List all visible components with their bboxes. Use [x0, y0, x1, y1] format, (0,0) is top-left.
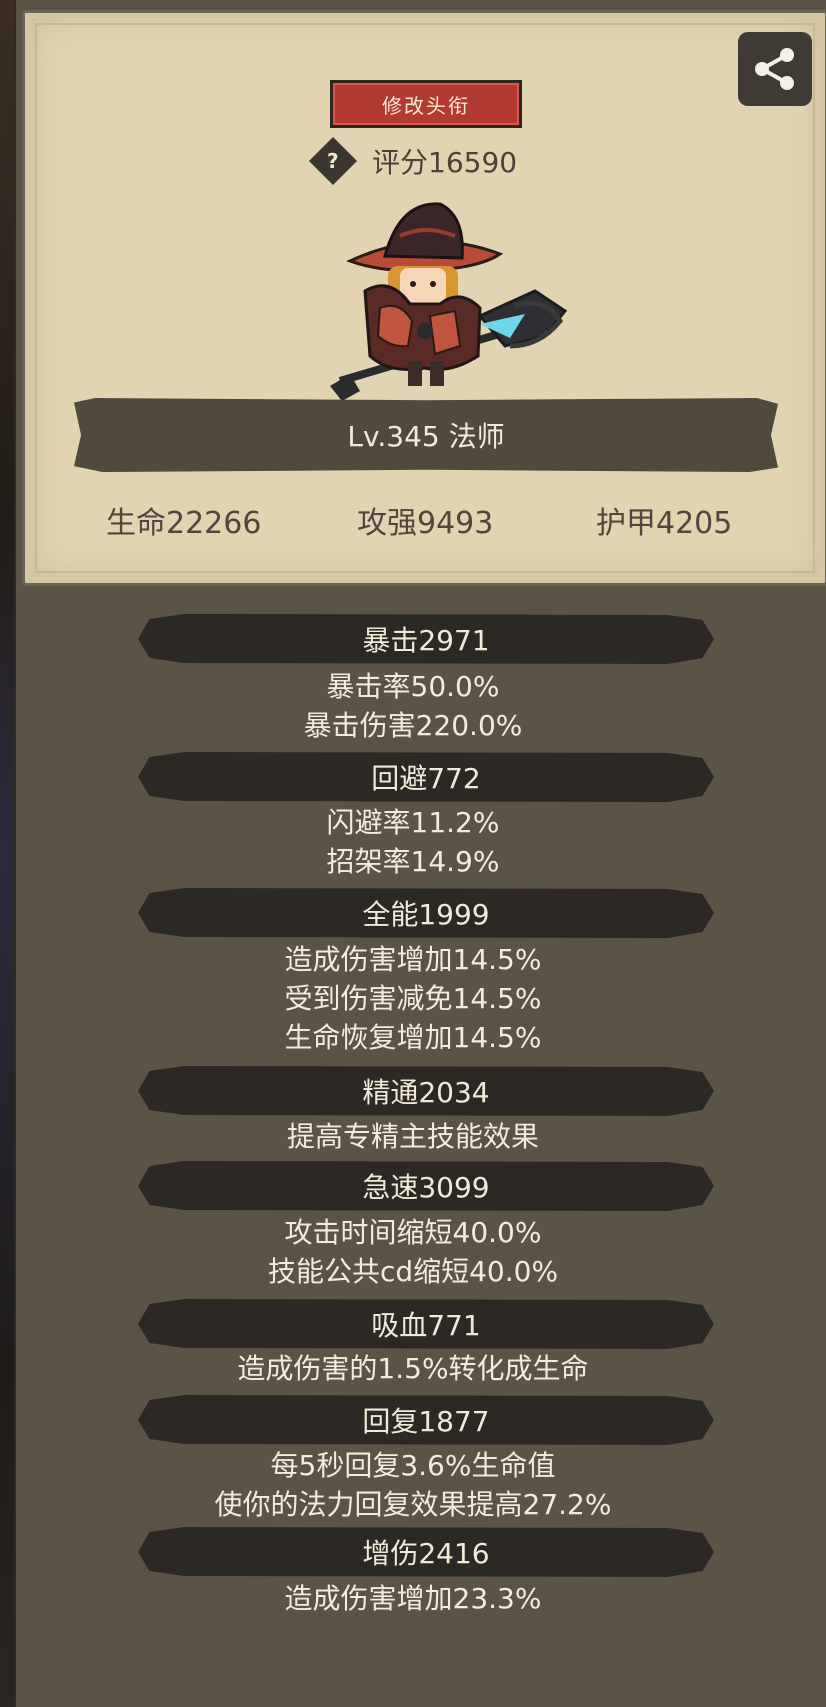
skill-cd-line: 技能公共cd缩短40.0% — [267, 1255, 559, 1288]
section-header-regen: 回复1877 — [138, 1395, 714, 1445]
section-header-evasion: 回避772 — [138, 752, 714, 802]
level-class-label: Lv.345 法师 — [347, 420, 505, 453]
score-value: 评分16590 — [372, 146, 518, 179]
mage-character-icon — [330, 202, 568, 401]
section-header-lifesteal: 吸血771 — [138, 1299, 714, 1349]
hp-stat: 生命22266 — [106, 506, 262, 541]
damage-reduction-line: 受到伤害减免14.5% — [284, 982, 542, 1015]
score-row: ? 评分16590 — [308, 136, 518, 186]
mastery-effect-line: 提高专精主技能效果 — [286, 1120, 539, 1153]
level-class-banner: Lv.345 法师 — [74, 398, 778, 472]
damage-increase-line: 造成伤害增加14.5% — [284, 943, 542, 976]
section-header-damage-bonus: 增伤2416 — [138, 1527, 714, 1577]
lifesteal-effect-line: 造成伤害的1.5%转化成生命 — [237, 1352, 589, 1385]
attack-stat: 攻强9493 — [357, 506, 494, 541]
core-stats-row: 生命22266 攻强9493 护甲4205 — [22, 498, 822, 544]
section-header-crit: 暴击2971 — [138, 614, 714, 664]
healing-increase-line: 生命恢复增加14.5% — [284, 1021, 542, 1054]
dodge-rate-line: 闪避率11.2% — [326, 806, 500, 839]
crit-damage-line: 暴击伤害220.0% — [303, 709, 523, 742]
section-header-haste: 急速3099 — [138, 1161, 714, 1211]
rename-title-button[interactable]: 修改头衔 — [330, 80, 522, 128]
parry-rate-line: 招架率14.9% — [326, 845, 500, 878]
stats-screen: 修改头衔 ? 评分16590 Lv.345 法师 生命22266 攻强9493 … — [0, 0, 826, 1707]
share-button[interactable] — [738, 32, 812, 106]
mana-regen-line: 使你的法力回复效果提高27.2% — [214, 1488, 612, 1521]
hp-regen-line: 每5秒回复3.6%生命值 — [270, 1449, 556, 1482]
help-symbol: ? — [327, 148, 339, 173]
section-header-versatility: 全能1999 — [138, 888, 714, 938]
armor-stat: 护甲4205 — [596, 506, 733, 541]
crit-rate-line: 暴击率50.0% — [326, 670, 500, 703]
share-icon — [755, 48, 794, 90]
question-diamond-icon[interactable]: ? — [308, 136, 358, 186]
damage-bonus-line: 造成伤害增加23.3% — [284, 1582, 542, 1615]
attack-time-line: 攻击时间缩短40.0% — [284, 1216, 542, 1249]
section-header-mastery: 精通2034 — [138, 1066, 714, 1116]
